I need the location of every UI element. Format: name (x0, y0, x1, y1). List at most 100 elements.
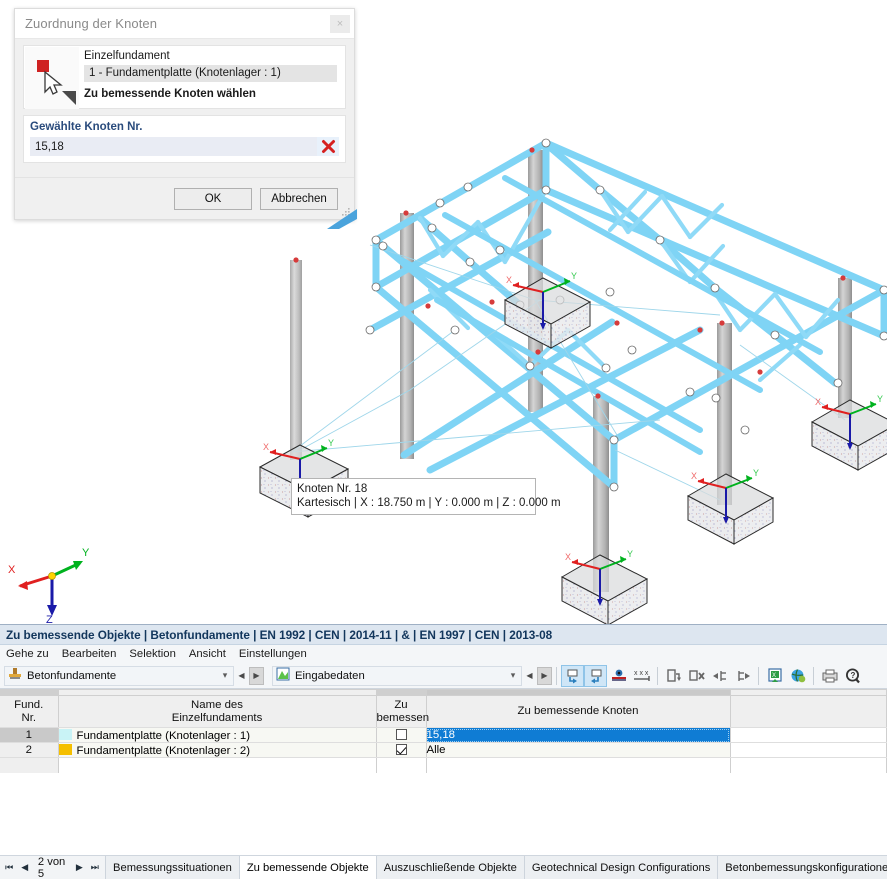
header-line-2: bemessen (376, 711, 430, 724)
toolbar-separator (813, 666, 814, 685)
ok-button[interactable]: OK (174, 187, 252, 210)
table-row[interactable]: 2 Fundamentplatte (Knotenlager : 2) Alle (0, 742, 887, 758)
cell-nodes[interactable]: Alle (426, 742, 731, 758)
node-tooltip: Knoten Nr. 18 Kartesisch | X : 18.750 m … (291, 478, 561, 515)
cell-empty[interactable] (58, 757, 377, 773)
table-row-empty[interactable] (0, 757, 887, 773)
design-objects-panel: Zu bemessende Objekte | Betonfundamente … (0, 624, 887, 879)
show-values-button[interactable]: x x x (630, 665, 653, 687)
header-line-2: Einzelfundaments (171, 711, 263, 724)
menu-selektion[interactable]: Selektion (128, 648, 176, 660)
tab-bemessungssituationen[interactable]: Bemessungssituationen (105, 856, 239, 879)
module-next-button[interactable]: ▶ (249, 666, 264, 685)
color-swatch (58, 728, 72, 740)
module-prev-button[interactable]: ◀ (234, 667, 249, 685)
close-icon[interactable]: × (330, 14, 350, 33)
svg-text:X: X (815, 397, 821, 407)
cell-empty[interactable] (426, 757, 731, 773)
export-button[interactable] (731, 665, 754, 687)
column-header-design[interactable]: Zu bemessen (376, 695, 429, 728)
color-swatch (58, 743, 72, 755)
chevron-down-icon[interactable]: ▾ (505, 670, 521, 681)
column-header-nodes[interactable]: Zu bemessende Knoten (426, 695, 731, 728)
globe-settings-button[interactable] (786, 665, 809, 687)
toolbar-separator (556, 666, 557, 685)
assign-nodes-dialog[interactable]: Zuordnung der Knoten × Einzelfundament 1… (14, 8, 357, 229)
checkbox[interactable] (395, 728, 407, 740)
cell-name[interactable]: Fundamentplatte (Knotenlager : 2) (58, 742, 377, 758)
header-line-1: Zu (394, 698, 408, 711)
select-nodes-hint: Zu bemessende Knoten wählen (84, 88, 256, 100)
chevron-down-icon[interactable]: ▾ (217, 670, 233, 681)
panel-toolbar: Betonfundamente ▾ ◀ ▶ Eingabedaten ▾ ◀ ▶ (0, 663, 887, 689)
row-number: 1 (0, 727, 59, 743)
tab-zu-bemessende-objekte[interactable]: Zu bemessende Objekte (238, 856, 376, 879)
tab-auszuschliessende-objekte[interactable]: Auszuschließende Objekte (375, 856, 524, 879)
row-number: 2 (0, 742, 59, 758)
selected-nodes-input[interactable] (30, 137, 317, 156)
cell-design-checkbox[interactable] (376, 727, 427, 743)
tooltip-line-2: Kartesisch | X : 18.750 m | Y : 0.000 m … (297, 497, 561, 509)
deselect-objects-button[interactable] (584, 664, 607, 687)
column-header-name[interactable]: Name des Einzelfundaments (58, 695, 377, 728)
cell-design-checkbox[interactable] (376, 742, 427, 758)
cancel-button[interactable]: Abbrechen (260, 187, 338, 210)
panel-title: Zu bemessende Objekte | Betonfundamente … (0, 625, 887, 645)
pager-prev-button[interactable]: ◀ (20, 862, 28, 873)
svg-text:x x x: x x x (634, 670, 649, 677)
view-prev-button[interactable]: ◀ (522, 667, 537, 685)
header-line-1: Fund. (14, 698, 44, 711)
cell-name[interactable]: Fundamentplatte (Knotenlager : 1) (58, 727, 377, 743)
cell-blank (730, 727, 887, 743)
checkbox[interactable] (395, 743, 407, 755)
svg-text:Y: Y (571, 271, 577, 281)
table-row[interactable]: 1 Fundamentplatte (Knotenlager : 1) 15,1… (0, 727, 887, 743)
svg-text:Y: Y (82, 547, 90, 559)
design-objects-grid[interactable]: Fund. Nr. Name des Einzelfundaments Zu b… (0, 689, 887, 855)
svg-text:X: X (691, 471, 697, 481)
input-data-icon (273, 667, 293, 684)
column-header-blank[interactable] (730, 695, 887, 728)
selected-nodes-legend: Gewählte Knoten Nr. (30, 121, 143, 133)
view-next-button[interactable]: ▶ (537, 666, 552, 685)
tab-geotechnical-design-configurations[interactable]: Geotechnical Design Configurations (523, 856, 718, 879)
insert-row-button[interactable] (662, 665, 685, 687)
help-button[interactable]: ? (841, 665, 864, 687)
svg-text:Y: Y (328, 438, 334, 448)
dialog-accent-corner (327, 209, 357, 229)
module-select[interactable]: Betonfundamente ▾ (4, 665, 234, 686)
svg-text:X: X (8, 564, 16, 576)
svg-text:Y: Y (627, 549, 633, 559)
import-button[interactable] (708, 665, 731, 687)
export-excel-button[interactable]: X (763, 665, 786, 687)
svg-text:Y: Y (753, 468, 759, 478)
delete-row-button[interactable] (685, 665, 708, 687)
cell-nodes[interactable]: 15,18 (426, 727, 731, 743)
menu-einstellungen[interactable]: Einstellungen (238, 648, 308, 660)
menubar: Gehe zu Bearbeiten Selektion Ansicht Ein… (0, 645, 887, 663)
column-header-fund-nr[interactable]: Fund. Nr. (0, 695, 59, 728)
dialog-body: Einzelfundament 1 - Fundamentplatte (Kno… (15, 39, 354, 163)
foundation-icon (5, 667, 25, 684)
pager-next-button[interactable]: ▶ (75, 862, 83, 873)
foundation-type-label: Einzelfundament (84, 50, 170, 62)
clear-icon[interactable] (317, 137, 339, 156)
dialog-titlebar: Zuordnung der Knoten × (15, 9, 354, 39)
toolbar-separator (758, 666, 759, 685)
svg-text:Z: Z (46, 614, 53, 623)
menu-bearbeiten[interactable]: Bearbeiten (61, 648, 118, 660)
data-view-select[interactable]: Eingabedaten ▾ (272, 665, 522, 686)
show-selected-button[interactable] (607, 665, 630, 687)
svg-text:X: X (263, 442, 269, 452)
tab-betonbemessungskonfigurationen[interactable]: Betonbemessungskonfigurationen (717, 856, 887, 879)
menu-ansicht[interactable]: Ansicht (188, 648, 227, 660)
print-button[interactable] (818, 665, 841, 687)
cell-empty[interactable] (376, 757, 427, 773)
data-view-select-value: Eingabedaten (295, 669, 365, 682)
pager-last-button[interactable]: ⏭ (91, 862, 99, 873)
pager-first-button[interactable]: ⏮ (5, 862, 13, 873)
foundation-select[interactable]: 1 - Fundamentplatte (Knotenlager : 1) (84, 65, 337, 82)
header-line-1: Name des (191, 698, 243, 711)
select-objects-button[interactable] (561, 664, 584, 687)
menu-gehe-zu[interactable]: Gehe zu (5, 648, 50, 660)
